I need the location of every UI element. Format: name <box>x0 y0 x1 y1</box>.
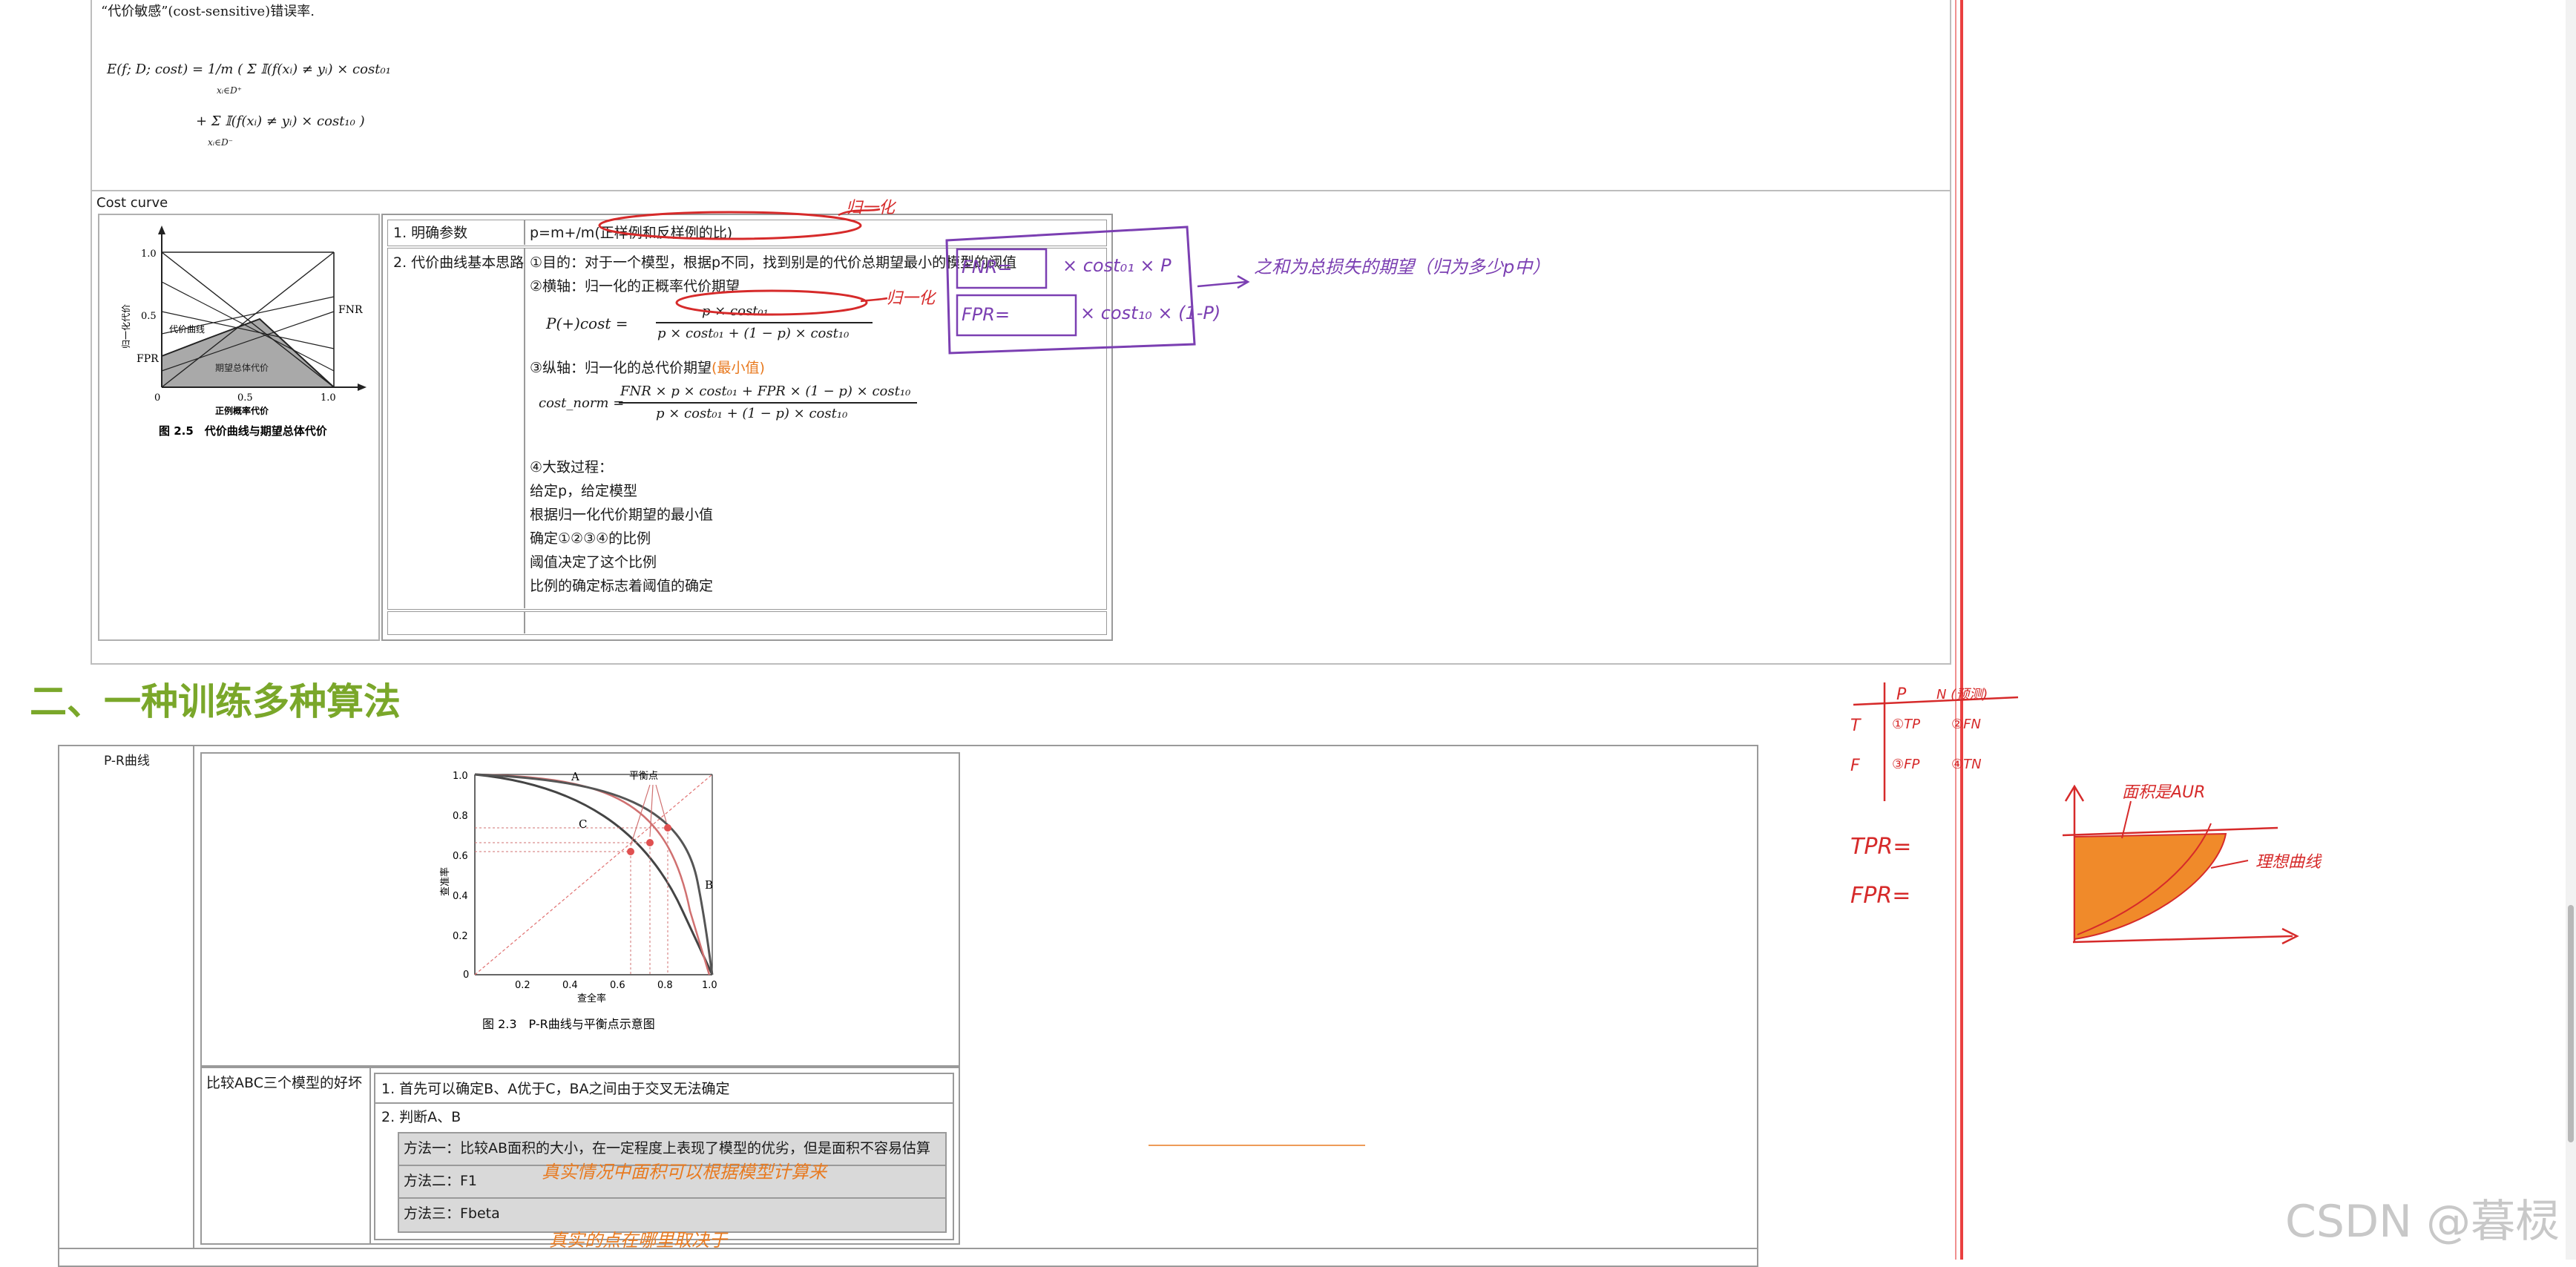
ideal-label: 理想曲线 <box>2255 853 2322 872</box>
auc-area <box>2074 832 2227 941</box>
note-area-estimate: 真实情况中面积可以根据模型计算来 <box>542 1162 827 1182</box>
right-tn: ④TN <box>1951 757 1982 772</box>
csdn-watermark: CSDN @暮棂 <box>2285 1196 2560 1248</box>
right-tpr: TPR= <box>1850 834 1912 860</box>
right-fn: ②FN <box>1951 717 1981 732</box>
note-true-point: 真实的点在哪里取决于 <box>549 1230 727 1251</box>
note-expected-loss: 之和为总损失的期望（归为多少p中） <box>1254 257 1551 277</box>
note-normalize-mid: 归一化 <box>886 289 936 308</box>
right-row-t: T <box>1850 717 1861 735</box>
handwriting-overlay <box>598 0 2299 1260</box>
right-fp: ③FP <box>1892 757 1920 772</box>
auc-label: 面积是AUR <box>2122 783 2206 802</box>
right-row-f: F <box>1850 757 1860 775</box>
right-tp: ①TP <box>1892 717 1920 732</box>
right-header-n: N (预测) <box>1936 687 1988 702</box>
note-fpr: FPR= <box>962 304 1011 325</box>
note-fnr: FNR= <box>962 257 1013 277</box>
vertical-scrollbar-thumb[interactable] <box>2568 905 2574 1142</box>
note-mult-1: × cost₀₁ × P <box>1062 255 1172 276</box>
note-mult-2: × cost₁₀ × (1-P) <box>1080 303 1221 323</box>
note-normalize-top: 归一化 <box>846 199 896 217</box>
right-fpr: FPR= <box>1850 883 1911 909</box>
right-header-p: P <box>1896 685 1907 704</box>
